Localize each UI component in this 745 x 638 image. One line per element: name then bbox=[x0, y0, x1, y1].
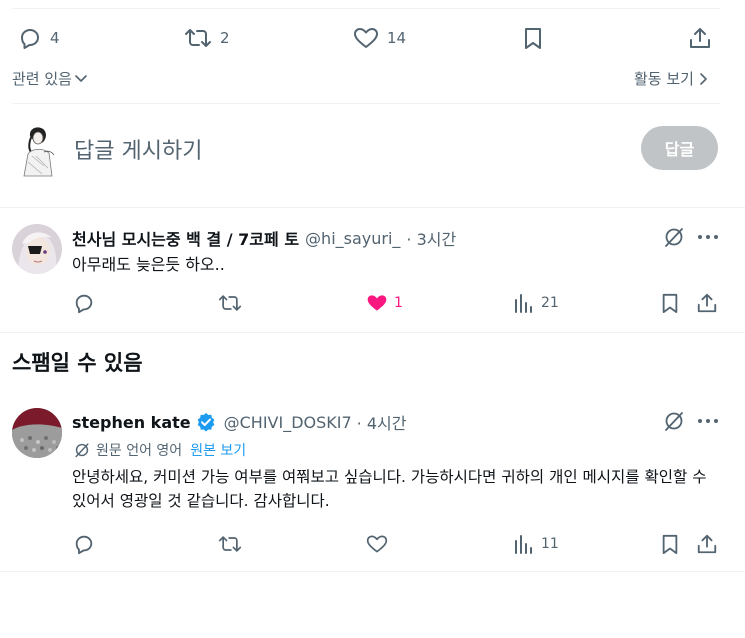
reply-composer-input[interactable]: 답글 게시하기 bbox=[74, 133, 202, 165]
share-icon bbox=[696, 292, 718, 314]
reply-1-display-name[interactable]: 천사님 모시는중 백 결 / 7코페 토 bbox=[72, 226, 299, 250]
reply-2-retweet-button[interactable] bbox=[218, 533, 242, 555]
reply-icon bbox=[73, 533, 95, 555]
bookmark-icon bbox=[660, 292, 680, 314]
more-horizontal-icon bbox=[697, 418, 719, 424]
reply-2-time[interactable]: · 4시간 bbox=[357, 410, 407, 434]
reply-2-show-original-link[interactable]: 원본 보기 bbox=[190, 440, 246, 460]
related-dropdown[interactable]: 관련 있음 bbox=[12, 68, 88, 89]
share-icon bbox=[688, 26, 712, 50]
reply-2-like-button[interactable] bbox=[366, 533, 388, 555]
related-label: 관련 있음 bbox=[12, 70, 72, 88]
reply-2-views-button[interactable]: 11 bbox=[513, 533, 559, 555]
verified-badge-icon bbox=[196, 412, 216, 432]
reply-1-handle[interactable]: @hi_sayuri_ bbox=[305, 229, 400, 248]
reply-2-header: stephen kate @CHIVI_DOSKI7 · 4시간 bbox=[72, 410, 406, 434]
reply-1-more-button[interactable] bbox=[697, 234, 719, 240]
related-divider bbox=[12, 103, 720, 104]
reply-1-like-button[interactable]: 1 bbox=[366, 292, 403, 314]
reply-2-bookmark-button[interactable] bbox=[660, 533, 680, 555]
reply-1-like-count: 1 bbox=[394, 295, 403, 311]
heart-icon bbox=[353, 26, 379, 50]
grok-icon bbox=[663, 410, 685, 432]
reply-2-handle[interactable]: @CHIVI_DOSKI7 bbox=[224, 413, 352, 432]
view-activity-label: 활동 보기 bbox=[634, 70, 694, 88]
retweet-icon bbox=[184, 26, 212, 50]
retweet-icon bbox=[218, 292, 242, 314]
more-horizontal-icon bbox=[697, 234, 719, 240]
heart-filled-icon bbox=[366, 292, 388, 314]
share-icon bbox=[696, 533, 718, 555]
reply-1-avatar bbox=[12, 224, 62, 274]
reply-2-view-count: 11 bbox=[541, 536, 559, 552]
reply-2-reply-button[interactable] bbox=[73, 533, 95, 555]
reply-submit-label: 답글 bbox=[664, 140, 695, 159]
reply-2-divider bbox=[0, 571, 745, 572]
reply-2-avatar bbox=[12, 408, 62, 458]
reply-1-time[interactable]: · 3시간 bbox=[406, 226, 456, 250]
reply-count: 4 bbox=[50, 29, 60, 47]
reply-2-more-button[interactable] bbox=[697, 418, 719, 424]
like-count: 14 bbox=[387, 29, 407, 47]
heart-icon bbox=[366, 533, 388, 555]
bookmark-button[interactable] bbox=[522, 26, 544, 50]
reply-2-translation-note: 원문 언어 영어 bbox=[96, 443, 183, 459]
translate-icon bbox=[74, 442, 90, 458]
bookmark-icon bbox=[660, 533, 680, 555]
reply-1-text: 아무래도 늦은듯 하오.. bbox=[72, 255, 225, 274]
analytics-icon bbox=[513, 533, 533, 555]
reply-2-share-button[interactable] bbox=[696, 533, 718, 555]
like-button[interactable]: 14 bbox=[353, 26, 406, 50]
reply-1-action-bar: 1 21 bbox=[0, 292, 745, 318]
reply-button[interactable]: 4 bbox=[18, 26, 60, 50]
top-divider bbox=[12, 8, 720, 9]
share-button[interactable] bbox=[688, 26, 712, 50]
main-tweet-action-bar: 4 2 14 bbox=[0, 24, 745, 54]
composer-divider bbox=[0, 207, 745, 208]
reply-1-header: 천사님 모시는중 백 결 / 7코페 토 @hi_sayuri_ · 3시간 bbox=[72, 226, 456, 250]
reply-1-bookmark-button[interactable] bbox=[660, 292, 680, 314]
reply-submit-button[interactable]: 답글 bbox=[641, 126, 718, 170]
reply-2-action-bar: 11 bbox=[0, 533, 745, 559]
bookmark-icon bbox=[522, 26, 544, 50]
retweet-count: 2 bbox=[220, 29, 230, 47]
grok-icon bbox=[663, 226, 685, 248]
reply-1-views-button[interactable]: 21 bbox=[513, 292, 559, 314]
reply-icon bbox=[73, 292, 95, 314]
composer-avatar bbox=[14, 122, 62, 178]
retweet-icon bbox=[218, 533, 242, 555]
reply-1-retweet-button[interactable] bbox=[218, 292, 242, 314]
reply-1-reply-button[interactable] bbox=[73, 292, 95, 314]
chevron-right-icon bbox=[698, 72, 708, 86]
view-activity-link[interactable]: 활동 보기 bbox=[634, 68, 708, 89]
reply-1-share-button[interactable] bbox=[696, 292, 718, 314]
reply-2-grok-button[interactable] bbox=[663, 410, 685, 432]
reply-2-text: 안녕하세요, 커미션 가능 여부를 여쭤보고 싶습니다. 가능하시다면 귀하의 … bbox=[72, 468, 707, 510]
reply-2-display-name[interactable]: stephen kate bbox=[72, 413, 191, 432]
reply-2-translation-row: 원문 언어 영어 원본 보기 bbox=[74, 440, 246, 460]
retweet-button[interactable]: 2 bbox=[184, 26, 230, 50]
analytics-icon bbox=[513, 292, 533, 314]
reply-icon bbox=[18, 26, 42, 50]
reply-1-view-count: 21 bbox=[541, 295, 559, 311]
chevron-down-icon bbox=[74, 72, 88, 86]
reply-1-grok-button[interactable] bbox=[663, 226, 685, 248]
reply-1-divider bbox=[0, 332, 745, 333]
spam-section-title: 스팸일 수 있음 bbox=[12, 351, 143, 375]
